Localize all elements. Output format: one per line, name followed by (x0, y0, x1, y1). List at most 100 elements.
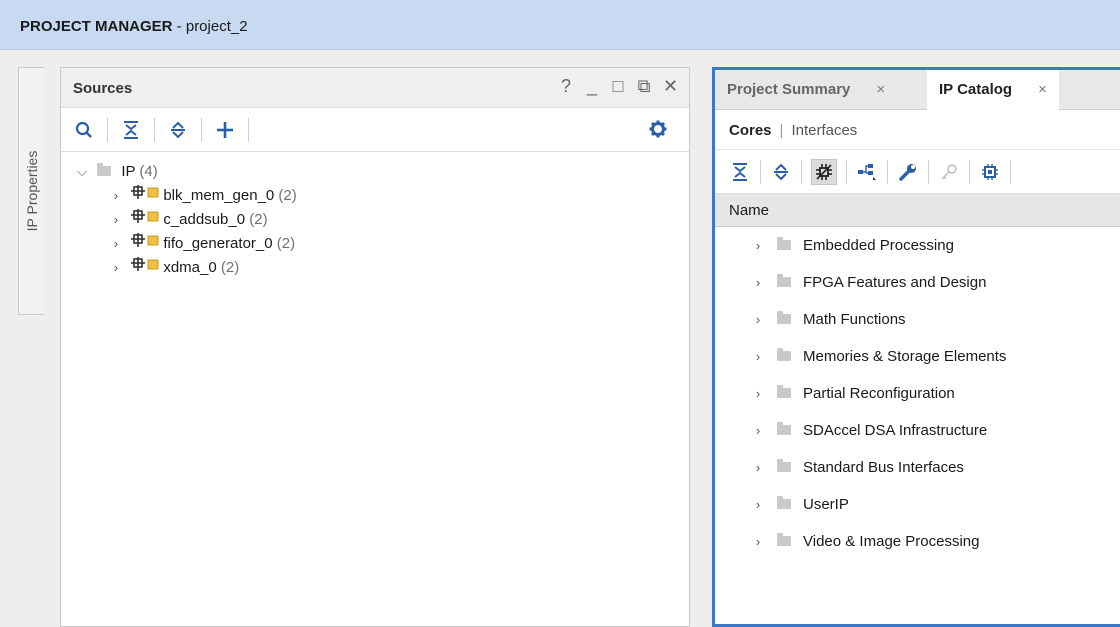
name-column-header[interactable]: Name (715, 194, 1120, 227)
folder-icon (777, 422, 791, 436)
catalog-toolbar (715, 150, 1120, 194)
tree-root-ip[interactable]: ⌵ IP (4) (61, 160, 689, 184)
toolbar-divider (969, 159, 970, 184)
category-row[interactable]: › Embedded Processing (715, 227, 1120, 264)
category-row[interactable]: › FPGA Features and Design (715, 264, 1120, 301)
tab-ip-catalog[interactable]: IP Catalog × (927, 70, 1059, 111)
chevron-right-icon[interactable]: › (751, 227, 765, 264)
chevron-right-icon[interactable]: › (751, 412, 765, 449)
folder-icon (777, 237, 791, 251)
chevron-right-icon[interactable]: › (751, 523, 765, 560)
tree-item[interactable]: › c_addsub_0 (2) (61, 208, 689, 232)
collapse-all-icon[interactable] (120, 119, 142, 141)
tree-root-label: IP (121, 163, 136, 180)
tree-item-label: xdma_0 (163, 259, 217, 276)
project-manager-title-bar: PROJECT MANAGER - project_2 (0, 0, 1120, 50)
category-row[interactable]: › SDAccel DSA Infrastructure (715, 412, 1120, 449)
chevron-right-icon[interactable]: › (751, 486, 765, 523)
chevron-right-icon[interactable]: › (751, 264, 765, 301)
ip-properties-label: IP Properties (23, 150, 40, 232)
close-icon[interactable]: ✕ (663, 76, 678, 97)
folder-icon (777, 385, 791, 399)
sources-title: Sources (73, 80, 133, 97)
subtab-cores[interactable]: Cores (729, 122, 772, 139)
chevron-right-icon[interactable]: › (751, 301, 765, 338)
toolbar-divider (887, 159, 888, 184)
chevron-right-icon[interactable]: › (109, 256, 123, 280)
tree-item[interactable]: › fifo_generator_0 (2) (61, 232, 689, 256)
tree-root-count: (4) (139, 163, 158, 180)
sources-header: Sources ? _ □ ⧉ ✕ (61, 68, 689, 108)
folder-icon (777, 459, 791, 473)
add-icon[interactable] (214, 119, 236, 141)
category-label: Standard Bus Interfaces (803, 459, 964, 476)
subtab-separator: | (779, 122, 784, 139)
cores-interfaces-toggle: Cores | Interfaces (715, 110, 1120, 150)
chevron-right-icon[interactable]: › (751, 375, 765, 412)
chevron-right-icon[interactable]: › (109, 208, 123, 232)
tree-item-label: blk_mem_gen_0 (163, 187, 275, 204)
close-icon[interactable]: × (876, 81, 885, 98)
category-label: Memories & Storage Elements (803, 348, 1007, 365)
gear-icon[interactable] (649, 120, 667, 142)
toolbar-divider (154, 117, 155, 142)
category-label: UserIP (803, 496, 849, 513)
sources-toolbar (61, 108, 689, 152)
category-label: FPGA Features and Design (803, 274, 987, 291)
category-row[interactable]: › Standard Bus Interfaces (715, 449, 1120, 486)
maximize-icon[interactable]: □ (611, 76, 625, 97)
chevron-right-icon[interactable]: › (109, 184, 123, 208)
minimize-icon[interactable]: _ (585, 76, 599, 97)
tab-label: IP Catalog (939, 81, 1013, 98)
tab-label: Project Summary (727, 81, 851, 98)
float-icon[interactable]: ⧉ (637, 76, 651, 97)
tree-item-count: (2) (278, 187, 297, 204)
category-row[interactable]: › Partial Reconfiguration (715, 375, 1120, 412)
toolbar-divider (248, 117, 249, 142)
chevron-right-icon[interactable]: › (751, 338, 765, 375)
tree-item[interactable]: › xdma_0 (2) (61, 256, 689, 280)
close-icon[interactable]: × (1038, 81, 1047, 98)
column-header-label: Name (729, 202, 770, 219)
category-label: Partial Reconfiguration (803, 385, 955, 402)
category-row[interactable]: › UserIP (715, 486, 1120, 523)
tree-item[interactable]: › blk_mem_gen_0 (2) (61, 184, 689, 208)
chip-filter-icon[interactable] (811, 158, 837, 185)
chevron-down-icon[interactable]: ⌵ (75, 160, 89, 184)
folder-icon (97, 163, 112, 177)
ip-core-icon (131, 207, 159, 231)
chip-icon[interactable] (979, 161, 1001, 183)
ip-core-icon (131, 255, 159, 279)
expand-all-icon[interactable] (770, 161, 792, 183)
folder-icon (777, 533, 791, 547)
chevron-right-icon[interactable]: › (751, 449, 765, 486)
folder-icon (777, 348, 791, 362)
sources-tree: ⌵ IP (4) › blk_mem_gen_0 (2) › c_addsub_… (61, 152, 689, 280)
category-label: Embedded Processing (803, 237, 954, 254)
ip-core-icon (131, 183, 159, 207)
toolbar-divider (760, 159, 761, 184)
chevron-right-icon[interactable]: › (109, 232, 123, 256)
subtab-interfaces[interactable]: Interfaces (791, 122, 857, 139)
folder-icon (777, 274, 791, 288)
hierarchy-icon[interactable] (856, 161, 878, 183)
toolbar-divider (928, 159, 929, 184)
tab-project-summary[interactable]: Project Summary × (715, 70, 897, 110)
expand-all-icon[interactable] (167, 119, 189, 141)
category-row[interactable]: › Video & Image Processing (715, 523, 1120, 560)
title-project: - project_2 (172, 18, 248, 35)
wrench-icon[interactable] (897, 161, 919, 183)
ip-properties-side-tab[interactable]: IP Properties (18, 67, 44, 315)
window-controls: ? _ □ ⧉ ✕ (559, 76, 678, 97)
category-row[interactable]: › Math Functions (715, 301, 1120, 338)
help-icon[interactable]: ? (559, 76, 573, 97)
category-label: Math Functions (803, 311, 906, 328)
ip-core-icon (131, 231, 159, 255)
key-icon[interactable] (938, 161, 960, 183)
ip-catalog-panel: Project Summary × IP Catalog × Cores | Inter… (712, 67, 1120, 627)
tree-item-count: (2) (220, 259, 240, 276)
collapse-all-icon[interactable] (729, 161, 751, 183)
search-icon[interactable] (73, 119, 95, 141)
folder-icon (777, 311, 791, 325)
category-row[interactable]: › Memories & Storage Elements (715, 338, 1120, 375)
